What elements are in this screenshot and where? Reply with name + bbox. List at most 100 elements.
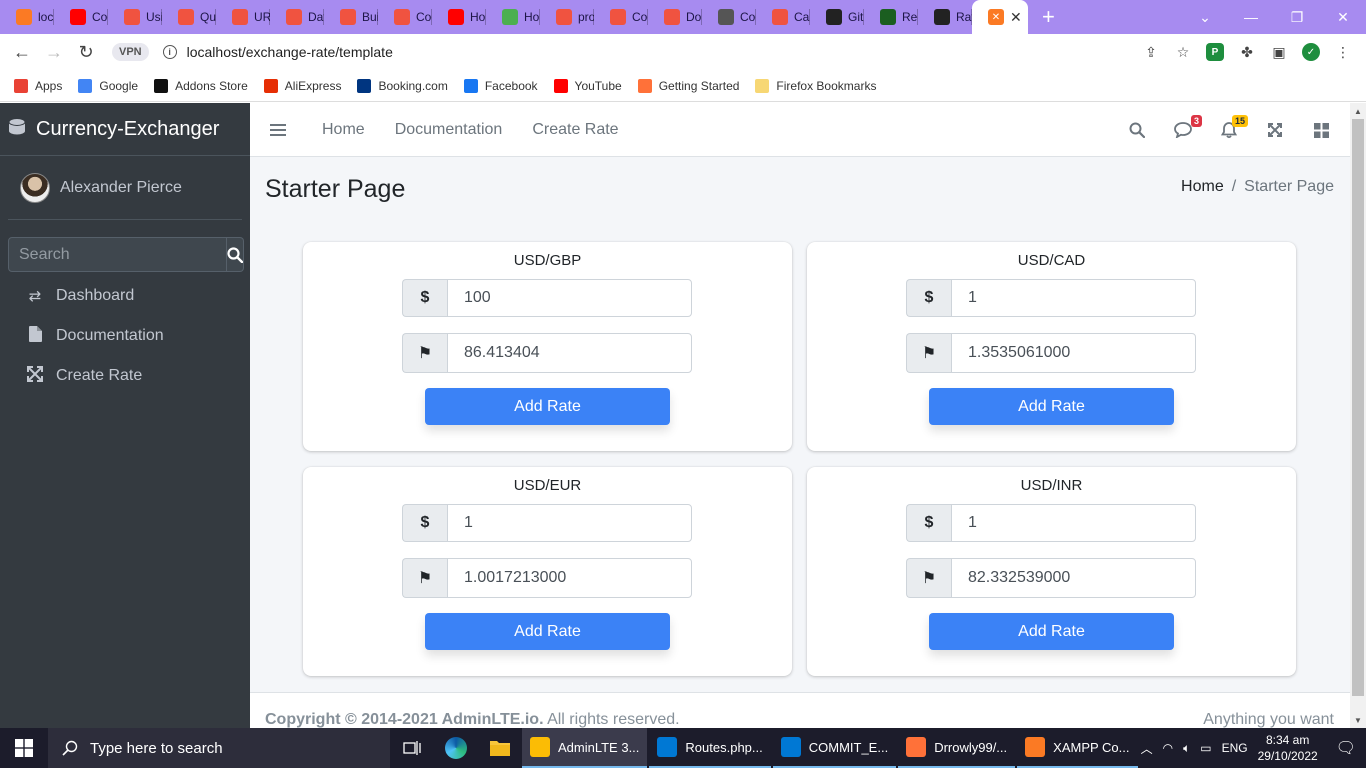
user-name[interactable]: Alexander Pierce bbox=[60, 179, 182, 197]
taskbar-app[interactable]: AdminLTE 3... bbox=[522, 728, 648, 768]
network-icon[interactable]: ◠ bbox=[1163, 741, 1173, 755]
browser-tab[interactable]: URl bbox=[216, 0, 270, 34]
close-tab-icon[interactable]: ✕ bbox=[1010, 9, 1022, 26]
side-panel-icon[interactable]: ▣ bbox=[1270, 43, 1288, 61]
bookmark-star-icon[interactable]: ☆ bbox=[1174, 43, 1192, 61]
amount-input[interactable] bbox=[951, 279, 1196, 317]
browser-tab[interactable]: Usi bbox=[108, 0, 162, 34]
browser-tab[interactable]: Do bbox=[648, 0, 702, 34]
url-text[interactable]: localhost/exchange-rate/template bbox=[187, 44, 393, 60]
browser-tab[interactable]: Coo bbox=[594, 0, 648, 34]
bookmark-item[interactable]: Booking.com bbox=[357, 78, 448, 93]
tab-active[interactable]: ✕ ✕ bbox=[972, 0, 1028, 34]
close-window-icon[interactable]: ✕ bbox=[1320, 9, 1366, 26]
browser-tab[interactable]: Rec bbox=[864, 0, 918, 34]
breadcrumb-home[interactable]: Home bbox=[1181, 178, 1224, 196]
bookmark-item[interactable]: Facebook bbox=[463, 78, 538, 93]
browser-tab[interactable]: Git bbox=[810, 0, 864, 34]
volume-icon[interactable]: 🔈︎ bbox=[1183, 741, 1190, 756]
control-sidebar-grid-icon[interactable] bbox=[1312, 121, 1330, 139]
bookmark-item[interactable]: Google bbox=[78, 78, 138, 93]
exchange-arrows-icon: ⇄ bbox=[28, 288, 42, 305]
page-scrollbar[interactable]: ▲ ▼ bbox=[1350, 103, 1366, 728]
battery-icon[interactable]: ▭ bbox=[1200, 741, 1211, 755]
amount-input[interactable] bbox=[951, 504, 1196, 542]
sidebar-item-dashboard[interactable]: ⇄ Dashboard bbox=[0, 276, 250, 316]
sidebar-search-button[interactable] bbox=[227, 237, 244, 272]
restore-icon[interactable]: ❐ bbox=[1274, 9, 1320, 26]
topnav-link-documentation[interactable]: Documentation bbox=[395, 121, 503, 139]
browser-tab[interactable]: Cal bbox=[756, 0, 810, 34]
show-hidden-icons-icon[interactable]: ︿ bbox=[1141, 740, 1153, 757]
minimize-icon[interactable]: — bbox=[1228, 9, 1274, 25]
sidebar-item-create-rate[interactable]: Create Rate bbox=[0, 356, 250, 396]
bookmark-item[interactable]: AliExpress bbox=[263, 78, 341, 93]
browser-tab[interactable]: Rat bbox=[918, 0, 972, 34]
user-panel[interactable]: Alexander Pierce bbox=[8, 156, 242, 220]
topnav-link-create-rate[interactable]: Create Rate bbox=[532, 121, 618, 139]
taskbar-app[interactable]: Routes.php... bbox=[649, 728, 771, 768]
browser-tab[interactable]: Coo bbox=[54, 0, 108, 34]
bookmark-item[interactable]: YouTube bbox=[553, 78, 622, 93]
add-rate-button[interactable]: Add Rate bbox=[929, 613, 1174, 650]
browser-tab[interactable]: Dat bbox=[270, 0, 324, 34]
extensions-puzzle-icon[interactable]: ✤ bbox=[1238, 43, 1256, 61]
scroll-thumb[interactable] bbox=[1352, 119, 1364, 696]
converted-value-input[interactable] bbox=[447, 333, 692, 373]
notifications-center-icon[interactable]: 🗨︎ bbox=[1336, 738, 1356, 758]
start-button[interactable] bbox=[0, 728, 48, 768]
site-info-icon[interactable]: i bbox=[162, 45, 177, 59]
hamburger-menu-icon[interactable] bbox=[270, 123, 286, 136]
bookmark-item[interactable]: Getting Started bbox=[637, 78, 739, 93]
omnibox[interactable]: VPN i localhost/exchange-rate/template bbox=[108, 38, 1198, 66]
add-rate-button[interactable]: Add Rate bbox=[929, 388, 1174, 425]
messages-icon[interactable]: 3 bbox=[1174, 115, 1202, 139]
browser-tab[interactable]: Coo bbox=[378, 0, 432, 34]
forward-icon[interactable]: → bbox=[38, 42, 70, 63]
bookmark-item[interactable]: Apps bbox=[14, 78, 62, 93]
extension-check-icon[interactable]: ✓ bbox=[1302, 43, 1320, 61]
browser-tab[interactable]: pro bbox=[540, 0, 594, 34]
browser-tab[interactable]: loca bbox=[0, 0, 54, 34]
reload-icon[interactable]: ↻ bbox=[70, 42, 102, 63]
scroll-down-arrow-icon[interactable]: ▼ bbox=[1350, 712, 1366, 728]
browser-tab[interactable]: Ho bbox=[432, 0, 486, 34]
vpn-badge[interactable]: VPN bbox=[112, 43, 149, 61]
notifications-bell-icon[interactable]: 15 bbox=[1220, 115, 1248, 139]
browser-tab[interactable]: Ho bbox=[486, 0, 540, 34]
file-explorer-icon[interactable] bbox=[478, 728, 522, 768]
taskbar-app[interactable]: Drrowly99/... bbox=[898, 728, 1016, 768]
edge-icon[interactable] bbox=[434, 728, 478, 768]
fullscreen-expand-icon[interactable] bbox=[1266, 121, 1284, 139]
extension-p-icon[interactable]: P bbox=[1206, 43, 1224, 61]
amount-input[interactable] bbox=[447, 279, 692, 317]
brand-link[interactable]: Currency-Exchanger bbox=[0, 103, 250, 156]
converted-value-input[interactable] bbox=[447, 558, 692, 598]
browser-tab[interactable]: Qu bbox=[162, 0, 216, 34]
task-view-icon[interactable] bbox=[390, 728, 434, 768]
back-icon[interactable]: ← bbox=[6, 42, 38, 63]
navbar-search-icon[interactable] bbox=[1128, 121, 1146, 139]
amount-input[interactable] bbox=[447, 504, 692, 542]
add-rate-button[interactable]: Add Rate bbox=[425, 388, 670, 425]
taskbar-search[interactable]: Type here to search bbox=[48, 728, 390, 768]
taskbar-app[interactable]: COMMIT_E... bbox=[772, 728, 897, 768]
new-tab-button[interactable]: + bbox=[1042, 4, 1055, 30]
bookmark-item[interactable]: Firefox Bookmarks bbox=[755, 78, 876, 93]
browser-tab[interactable]: Bui bbox=[324, 0, 378, 34]
menu-kebab-icon[interactable]: ⋮ bbox=[1334, 43, 1352, 61]
sidebar-item-documentation[interactable]: Documentation bbox=[0, 316, 250, 356]
bookmark-item[interactable]: Addons Store bbox=[154, 78, 248, 93]
converted-value-input[interactable] bbox=[951, 333, 1196, 373]
converted-value-input[interactable] bbox=[951, 558, 1196, 598]
tab-search-icon[interactable]: ⌄ bbox=[1182, 9, 1228, 26]
taskbar-app[interactable]: XAMPP Co... bbox=[1017, 728, 1138, 768]
language-indicator[interactable]: ENG bbox=[1222, 741, 1248, 755]
add-rate-button[interactable]: Add Rate bbox=[425, 613, 670, 650]
clock[interactable]: 8:34 am 29/10/2022 bbox=[1258, 732, 1318, 764]
browser-tab[interactable]: Coo bbox=[702, 0, 756, 34]
share-icon[interactable]: ⇪ bbox=[1142, 43, 1160, 61]
scroll-up-arrow-icon[interactable]: ▲ bbox=[1350, 103, 1366, 119]
sidebar-search-input[interactable] bbox=[8, 237, 227, 272]
topnav-link-home[interactable]: Home bbox=[322, 121, 365, 139]
